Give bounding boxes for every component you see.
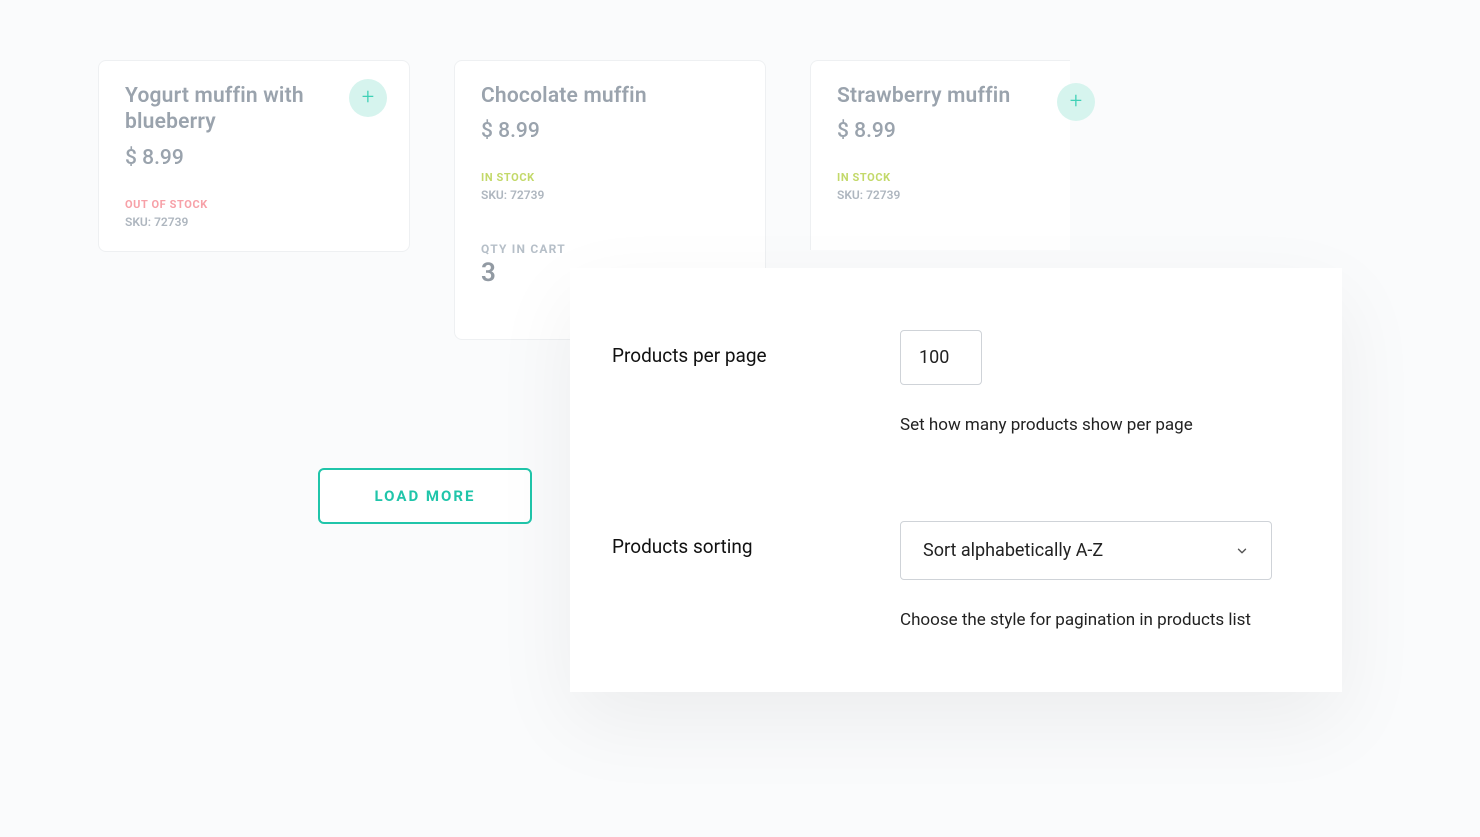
setting-label: Products per page (612, 330, 900, 367)
setting-helper-text: Set how many products show per page (900, 415, 1290, 435)
product-price: $ 8.99 (125, 146, 383, 170)
add-to-cart-button[interactable]: + (349, 79, 387, 117)
stock-status: IN STOCK (481, 171, 739, 184)
product-sku: SKU: 72739 (125, 215, 383, 229)
product-title: Yogurt muffin with blueberry (125, 83, 335, 136)
plus-icon: + (362, 87, 374, 109)
load-more-button[interactable]: LOAD MORE (318, 468, 532, 524)
product-sku: SKU: 72739 (837, 188, 1044, 202)
setting-helper-text: Choose the style for pagination in produ… (900, 610, 1290, 630)
product-sku: SKU: 72739 (481, 188, 739, 202)
stock-status: OUT OF STOCK (125, 198, 383, 211)
products-sorting-select[interactable]: Sort alphabetically A-Z (900, 521, 1272, 580)
settings-panel: Products per page 100 Set how many produ… (570, 268, 1342, 692)
setting-label: Products sorting (612, 521, 900, 558)
product-title: Chocolate muffin (481, 83, 691, 109)
qty-in-cart-label: QTY IN CART (481, 242, 739, 256)
plus-icon: + (1070, 91, 1082, 113)
product-card: Yogurt muffin with blueberry $ 8.99 OUT … (98, 60, 410, 252)
chevron-down-icon (1235, 544, 1249, 558)
setting-row-sorting: Products sorting Sort alphabetically A-Z… (612, 521, 1290, 630)
select-value: Sort alphabetically A-Z (923, 540, 1103, 561)
product-price: $ 8.99 (481, 119, 739, 143)
product-title: Strawberry muffin (837, 83, 1044, 109)
product-card: Strawberry muffin $ 8.99 IN STOCK SKU: 7… (810, 60, 1070, 250)
products-per-page-input[interactable]: 100 (900, 330, 982, 385)
product-price: $ 8.99 (837, 119, 1044, 143)
add-to-cart-button[interactable]: + (1057, 83, 1095, 121)
setting-row-per-page: Products per page 100 Set how many produ… (612, 330, 1290, 435)
stock-status: IN STOCK (837, 171, 1044, 184)
